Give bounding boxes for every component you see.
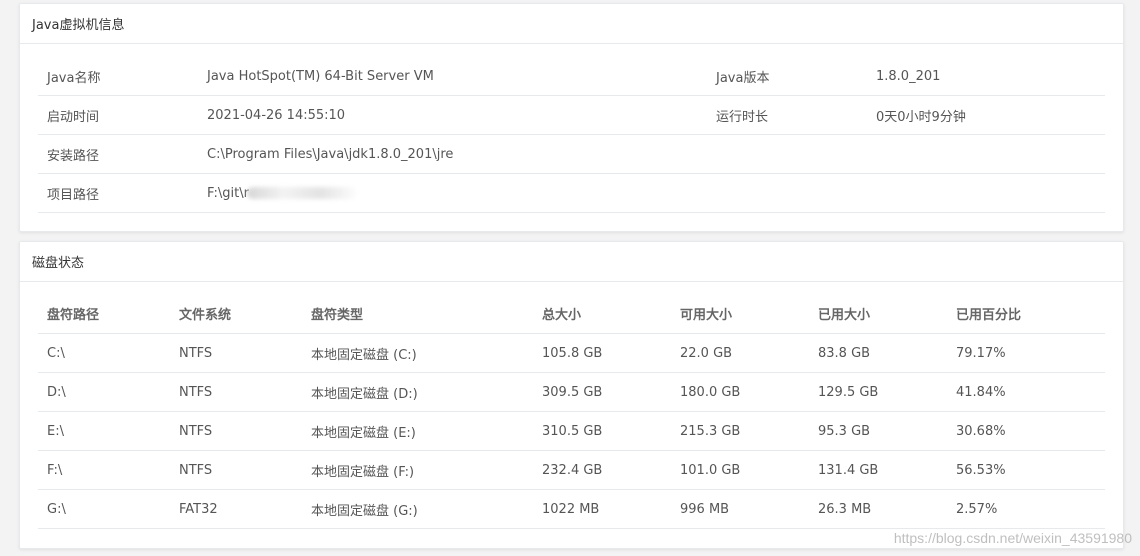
- disk-path: G:\: [38, 489, 170, 529]
- disk-free: 22.0 GB: [671, 333, 809, 373]
- project-path-cell: F:\git\r: [198, 173, 1105, 213]
- disk-status-card: 磁盘状态 盘符路径 文件系统 盘符类型 总大小 可用大小 已用大小 已用百分比: [19, 241, 1124, 549]
- disk-type: 本地固定磁盘 (F:): [302, 450, 533, 490]
- column-header-type: 盘符类型: [302, 294, 533, 334]
- disk-free: 180.0 GB: [671, 372, 809, 412]
- uptime-value: 0天0小时9分钟: [867, 95, 1105, 135]
- disk-used: 95.3 GB: [809, 411, 947, 451]
- disk-percent: 30.68%: [947, 411, 1105, 451]
- table-row: 项目路径 F:\git\r: [38, 173, 1105, 213]
- column-header-path: 盘符路径: [38, 294, 170, 334]
- start-time-label: 启动时间: [38, 95, 198, 135]
- column-header-total: 总大小: [533, 294, 671, 334]
- start-time-value: 2021-04-26 14:55:10: [198, 95, 707, 135]
- disk-used: 131.4 GB: [809, 450, 947, 490]
- disk-type: 本地固定磁盘 (E:): [302, 411, 533, 451]
- project-path-label: 项目路径: [38, 173, 198, 213]
- disk-filesystem: NTFS: [170, 333, 302, 373]
- disk-type: 本地固定磁盘 (C:): [302, 333, 533, 373]
- table-row: E:\ NTFS 本地固定磁盘 (E:) 310.5 GB 215.3 GB 9…: [38, 411, 1105, 451]
- disk-total: 1022 MB: [533, 489, 671, 529]
- disk-type: 本地固定磁盘 (G:): [302, 489, 533, 529]
- jvm-name-value: Java HotSpot(TM) 64-Bit Server VM: [198, 57, 707, 96]
- disk-path: D:\: [38, 372, 170, 412]
- jvm-info-title: Java虚拟机信息: [20, 4, 1123, 44]
- disk-filesystem: NTFS: [170, 372, 302, 412]
- disk-path: E:\: [38, 411, 170, 451]
- jvm-info-table: Java名称 Java HotSpot(TM) 64-Bit Server VM…: [38, 57, 1105, 213]
- redacted-mask: [246, 187, 357, 199]
- table-row: G:\ FAT32 本地固定磁盘 (G:) 1022 MB 996 MB 26.…: [38, 489, 1105, 529]
- disk-path: F:\: [38, 450, 170, 490]
- column-header-used: 已用大小: [809, 294, 947, 334]
- disk-path: C:\: [38, 333, 170, 373]
- column-header-filesystem: 文件系统: [170, 294, 302, 334]
- table-row: D:\ NTFS 本地固定磁盘 (D:) 309.5 GB 180.0 GB 1…: [38, 372, 1105, 412]
- table-row: Java名称 Java HotSpot(TM) 64-Bit Server VM…: [38, 57, 1105, 96]
- table-header-row: 盘符路径 文件系统 盘符类型 总大小 可用大小 已用大小 已用百分比: [38, 294, 1105, 334]
- disk-percent: 41.84%: [947, 372, 1105, 412]
- table-row: F:\ NTFS 本地固定磁盘 (F:) 232.4 GB 101.0 GB 1…: [38, 450, 1105, 490]
- disk-free: 101.0 GB: [671, 450, 809, 490]
- disk-percent: 2.57%: [947, 489, 1105, 529]
- disk-percent: 79.17%: [947, 333, 1105, 373]
- install-path-value: C:\Program Files\Java\jdk1.8.0_201\jre: [198, 134, 1105, 174]
- disk-used: 129.5 GB: [809, 372, 947, 412]
- disk-used: 26.3 MB: [809, 489, 947, 529]
- disk-total: 310.5 GB: [533, 411, 671, 451]
- disk-filesystem: FAT32: [170, 489, 302, 529]
- project-path-value: F:\git\r: [207, 185, 249, 201]
- disk-filesystem: NTFS: [170, 450, 302, 490]
- jvm-version-label: Java版本: [707, 57, 867, 96]
- table-row: 启动时间 2021-04-26 14:55:10 运行时长 0天0小时9分钟: [38, 95, 1105, 135]
- jvm-version-value: 1.8.0_201: [867, 57, 1105, 96]
- disk-total: 232.4 GB: [533, 450, 671, 490]
- table-row: C:\ NTFS 本地固定磁盘 (C:) 105.8 GB 22.0 GB 83…: [38, 333, 1105, 373]
- disk-type: 本地固定磁盘 (D:): [302, 372, 533, 412]
- disk-status-table: 盘符路径 文件系统 盘符类型 总大小 可用大小 已用大小 已用百分比 C:\ N…: [38, 294, 1105, 529]
- disk-total: 105.8 GB: [533, 333, 671, 373]
- disk-percent: 56.53%: [947, 450, 1105, 490]
- disk-status-title: 磁盘状态: [20, 242, 1123, 282]
- disk-free: 215.3 GB: [671, 411, 809, 451]
- jvm-info-card: Java虚拟机信息 Java名称 Java HotSpot(TM) 64-Bit…: [19, 3, 1124, 232]
- disk-total: 309.5 GB: [533, 372, 671, 412]
- column-header-percent: 已用百分比: [947, 294, 1105, 334]
- install-path-label: 安装路径: [38, 134, 198, 174]
- disk-used: 83.8 GB: [809, 333, 947, 373]
- uptime-label: 运行时长: [707, 95, 867, 135]
- watermark: https://blog.csdn.net/weixin_43591980: [893, 530, 1132, 546]
- jvm-name-label: Java名称: [38, 57, 198, 96]
- table-row: 安装路径 C:\Program Files\Java\jdk1.8.0_201\…: [38, 134, 1105, 174]
- disk-free: 996 MB: [671, 489, 809, 529]
- column-header-free: 可用大小: [671, 294, 809, 334]
- disk-filesystem: NTFS: [170, 411, 302, 451]
